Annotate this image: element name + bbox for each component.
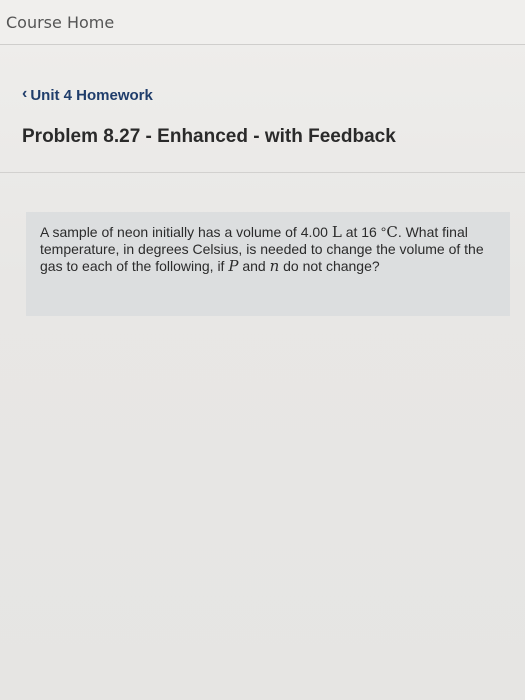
question-text: A sample of neon initially has a volume … [40, 224, 498, 275]
variable-moles: n [269, 257, 280, 275]
course-home-link[interactable]: Course Home [6, 13, 114, 32]
question-part-2: at 16 ° [341, 224, 387, 240]
question-part-4: and [238, 258, 270, 274]
top-bar: Course Home [0, 0, 525, 45]
chevron-left-icon: ‹ [22, 85, 28, 102]
back-to-unit-link[interactable]: ‹ Unit 4 Homework [22, 85, 153, 104]
problem-title: Problem 8.27 - Enhanced - with Feedback [22, 126, 396, 147]
question-part-1: A sample of neon initially has a volume … [40, 224, 332, 240]
divider [0, 172, 525, 173]
page: Course Home ‹ Unit 4 Homework Problem 8.… [0, 0, 525, 700]
question-box: A sample of neon initially has a volume … [26, 212, 510, 316]
variable-pressure: P [228, 257, 239, 275]
back-link-label: Unit 4 Homework [30, 86, 153, 104]
unit-celsius: C [386, 223, 398, 241]
question-part-5: do not change? [279, 258, 380, 274]
unit-liters: L [331, 223, 342, 241]
